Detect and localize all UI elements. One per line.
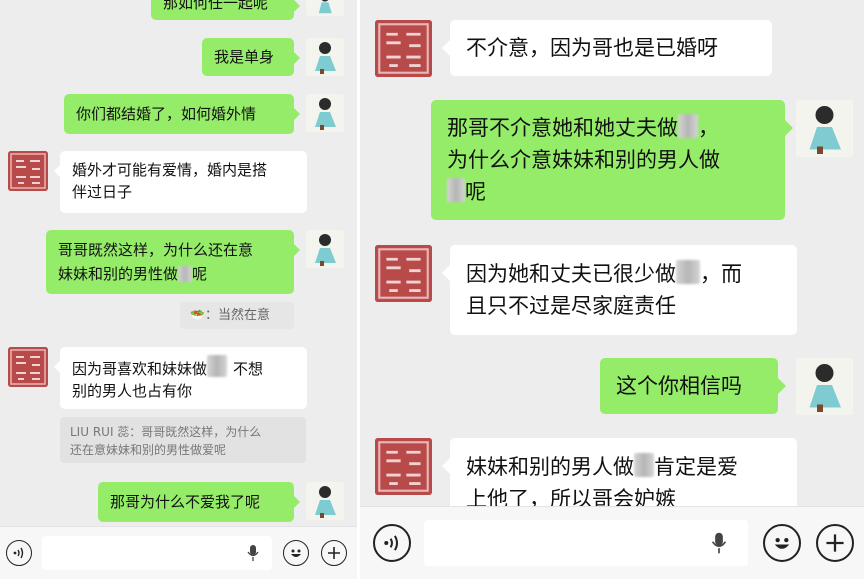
message-text-part: 妹妹和别的男性做 (58, 265, 179, 283)
message-bubble-sent[interactable]: 那哥不介意她和她丈夫做 ， 为什么介意妹妹和别的男人做 呢 (431, 100, 793, 220)
message-bubble-sent[interactable]: 你们都结婚了，如何婚外情 (64, 94, 300, 134)
my-avatar[interactable] (796, 100, 853, 157)
reaction-tag[interactable]: 🥗：当然在意 (180, 302, 294, 329)
message-text: 这个你相信吗 (616, 374, 742, 398)
message-text-line: 婚外才可能有爱情，婚内是搭 (72, 161, 268, 179)
quoted-message[interactable]: LIU RUI 蕊：哥哥既然这样，为什么 还在意妹妹和别的男性做爱呢 (60, 417, 306, 463)
contact-avatar[interactable] (375, 438, 432, 495)
chat-panel-right: 不介意，因为哥也是已婚呀 那哥不介意她和她丈夫做 ， 为什么介意妹妹和别的男人做 … (360, 0, 864, 579)
my-avatar[interactable] (306, 482, 344, 520)
chat-input-bar (360, 506, 864, 579)
message-bubble-received[interactable]: 因为她和丈夫已很少做 ，而 且只不过是尽家庭责任 (442, 245, 797, 335)
message-text: 不介意，因为哥也是已婚呀 (466, 36, 718, 60)
blurred-censor (678, 114, 698, 138)
reaction-text: ：当然在意 (204, 308, 270, 323)
message-input[interactable] (424, 520, 748, 566)
blurred-censor (676, 260, 700, 284)
voice-icon[interactable] (6, 540, 32, 566)
microphone-icon[interactable] (710, 531, 728, 555)
message-text-part: 那哥不介意她和她丈夫做 (447, 116, 678, 140)
my-avatar[interactable] (306, 230, 344, 268)
message-text: 那哥为什么不爱我了呢 (110, 493, 261, 511)
contact-avatar[interactable] (375, 245, 432, 302)
message-text-line: 别的男人也占有你 (72, 382, 193, 400)
blurred-censor (207, 355, 228, 377)
contact-avatar[interactable] (8, 347, 48, 387)
message-bubble-sent[interactable]: 我是单身 (202, 38, 300, 76)
message-text-part: 因为哥喜欢和妹妹做 (72, 360, 208, 378)
quote-line: 还在意妹妹和别的男性做爱呢 (70, 443, 227, 457)
message-text-part: 呢 (192, 265, 208, 283)
message-bubble-sent[interactable]: 这个你相信吗 (600, 358, 786, 414)
message-text-line: 哥哥既然这样，为什么还在意 (58, 241, 254, 259)
blurred-censor (178, 266, 193, 282)
blurred-censor (634, 453, 654, 477)
message-bubble-sent[interactable]: 哥哥既然这样，为什么还在意 妹妹和别的男性做呢 (46, 230, 300, 294)
message-text-part: 因为她和丈夫已很少做 (466, 262, 676, 286)
contact-avatar[interactable] (8, 151, 48, 191)
voice-icon[interactable] (373, 524, 411, 562)
message-text: 你们都结婚了，如何婚外情 (76, 105, 257, 123)
emoji-icon[interactable] (763, 524, 801, 562)
microphone-icon[interactable] (246, 544, 260, 562)
salad-emoji-icon: 🥗 (190, 308, 205, 322)
message-bubble-sent[interactable]: 那如何任一起呢 (151, 0, 300, 20)
contact-avatar[interactable] (375, 20, 432, 77)
message-text-part: 呢 (465, 180, 486, 204)
message-bubble-received[interactable]: 不介意，因为哥也是已婚呀 (442, 20, 772, 76)
my-avatar[interactable] (306, 94, 344, 132)
message-bubble-received[interactable]: 婚外才可能有爱情，婚内是搭 伴过日子 (54, 151, 307, 213)
my-avatar[interactable] (796, 358, 853, 415)
emoji-icon[interactable] (283, 540, 309, 566)
message-text-line: 伴过日子 (72, 183, 133, 201)
message-text-part: 不想 (233, 360, 264, 378)
message-text: 我是单身 (214, 48, 275, 66)
message-input[interactable] (42, 536, 272, 570)
my-avatar[interactable] (306, 0, 344, 16)
message-text-part: 妹妹和别的男人做 (466, 455, 634, 479)
chat-panel-left: 那如何任一起呢 我是单身 你们都结婚了，如何婚外情 婚外才可能有爱情，婚内是搭 … (0, 0, 357, 579)
message-text-part: 肯定是爱 (654, 455, 738, 479)
plus-icon[interactable] (321, 540, 347, 566)
message-text-line: 且只不过是尽家庭责任 (466, 294, 676, 318)
plus-icon[interactable] (816, 524, 854, 562)
my-avatar[interactable] (306, 38, 344, 76)
blurred-censor (447, 178, 465, 202)
message-bubble-received[interactable]: 因为哥喜欢和妹妹做 不想 别的男人也占有你 (54, 347, 307, 409)
message-text-part: ，而 (700, 262, 742, 286)
message-text-part: ， (698, 116, 719, 140)
message-bubble-sent[interactable]: 那哥为什么不爱我了呢 (98, 482, 300, 522)
quote-line: LIU RUI 蕊：哥哥既然这样，为什么 (70, 425, 262, 439)
message-text: 那如何任一起呢 (163, 0, 269, 12)
message-text-line: 为什么介意妹妹和别的男人做 (447, 148, 720, 172)
chat-input-bar (0, 526, 357, 579)
